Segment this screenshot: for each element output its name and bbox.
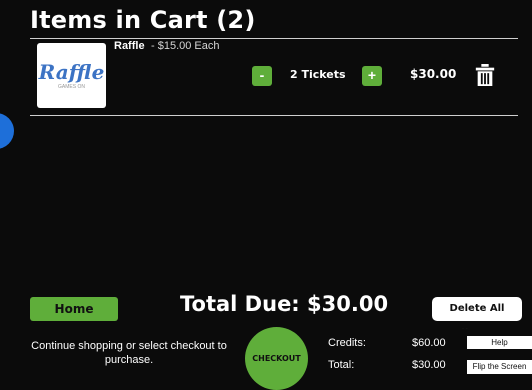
item-thumbnail: Raffle GAMES ON <box>37 43 106 108</box>
home-button[interactable]: Home <box>30 297 118 321</box>
trash-icon[interactable] <box>474 63 496 87</box>
raffle-logo: Raffle <box>38 59 105 84</box>
left-edge-circle[interactable] <box>0 113 14 149</box>
total-value: $30.00 <box>412 359 446 371</box>
raffle-logo-subtext: GAMES ON <box>58 83 85 90</box>
credits-label: Credits: <box>328 337 366 349</box>
delete-all-items-button[interactable]: Delete All Items <box>432 297 522 338</box>
footer-bar: Continue shopping or select checkout to … <box>0 327 532 390</box>
item-unit-price: - $15.00 Each <box>151 40 220 52</box>
quantity-text: 2 Tickets <box>290 68 346 81</box>
checkout-button[interactable]: CHECKOUT <box>245 327 308 390</box>
decrease-quantity-button[interactable]: - <box>252 66 272 86</box>
help-button[interactable]: Help <box>467 336 532 349</box>
increase-quantity-button[interactable]: + <box>362 66 382 86</box>
item-name: Raffle <box>114 40 145 52</box>
credits-value: $60.00 <box>412 337 446 349</box>
footer-message: Continue shopping or select checkout to … <box>31 340 227 366</box>
total-due: Total Due: $30.00 <box>180 292 389 316</box>
cart-title: Items in Cart (2) <box>30 6 256 34</box>
total-label: Total: <box>328 359 355 371</box>
flip-screen-button[interactable]: Flip the Screen <box>467 360 532 374</box>
item-line-total: $30.00 <box>410 67 457 81</box>
divider <box>30 115 518 116</box>
divider <box>30 38 518 39</box>
